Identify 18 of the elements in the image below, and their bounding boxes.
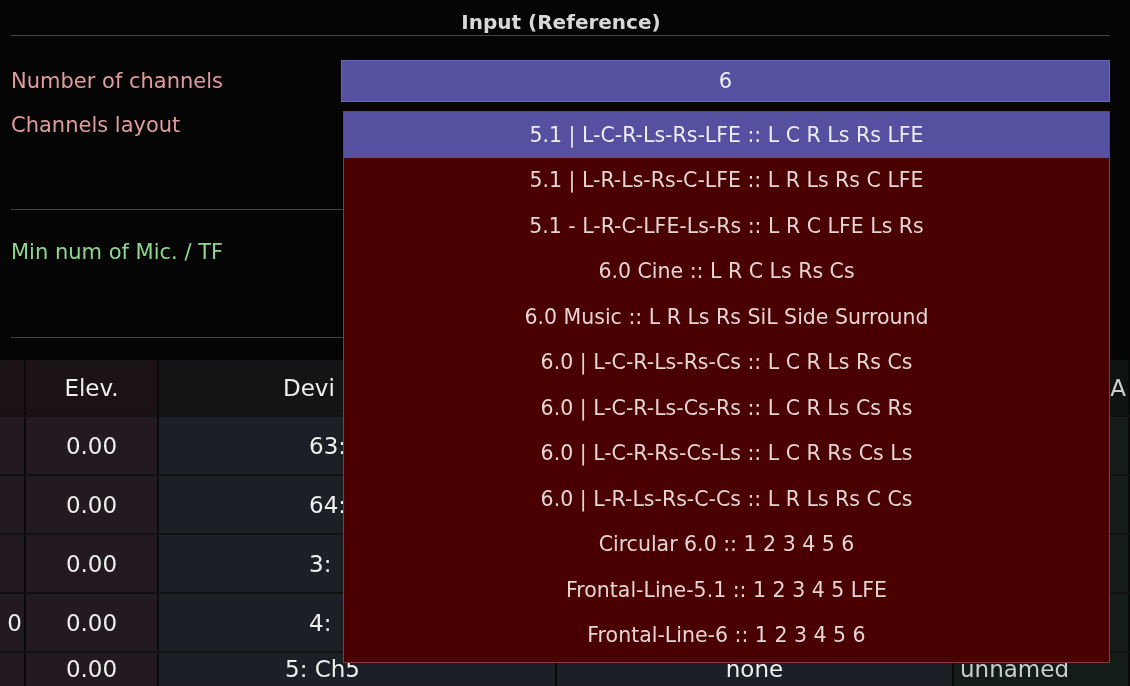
- elevation-cell: 0.00: [26, 653, 159, 686]
- elevation-cell: 0.00: [26, 594, 159, 651]
- dropdown-option[interactable]: 5.1 | L-R-Ls-Rs-C-LFE :: L R Ls Rs C LFE: [344, 157, 1109, 203]
- panel-title: Input (Reference): [460, 9, 662, 34]
- dropdown-option[interactable]: 6.0 | L-C-R-Ls-Rs-Cs :: L C R Ls Rs Cs: [344, 339, 1109, 385]
- number-field[interactable]: 6: [341, 59, 1110, 102]
- column-cell: 0: [0, 594, 26, 651]
- field-label: Channels layout: [11, 113, 182, 137]
- field-label: Min num of Mic. / TF: [11, 240, 225, 264]
- column-header[interactable]: Elev.: [26, 360, 159, 415]
- dropdown-option[interactable]: 6.0 Cine :: L R C Ls Rs Cs: [344, 248, 1109, 294]
- elevation-cell: 0.00: [26, 417, 159, 474]
- dropdown-option[interactable]: 5.1 - L-R-C-LFE-Ls-Rs :: L R C LFE Ls Rs: [344, 203, 1109, 249]
- elevation-cell: 0.00: [26, 476, 159, 533]
- elevation-cell: 0.00: [26, 535, 159, 592]
- dropdown-option[interactable]: 5.1 | L-C-R-Ls-Rs-LFE :: L C R Ls Rs LFE: [344, 112, 1109, 158]
- field-label: Number of channels: [11, 68, 224, 93]
- dropdown-option[interactable]: 6.0 Music :: L R Ls Rs SiL Side Surround: [344, 294, 1109, 340]
